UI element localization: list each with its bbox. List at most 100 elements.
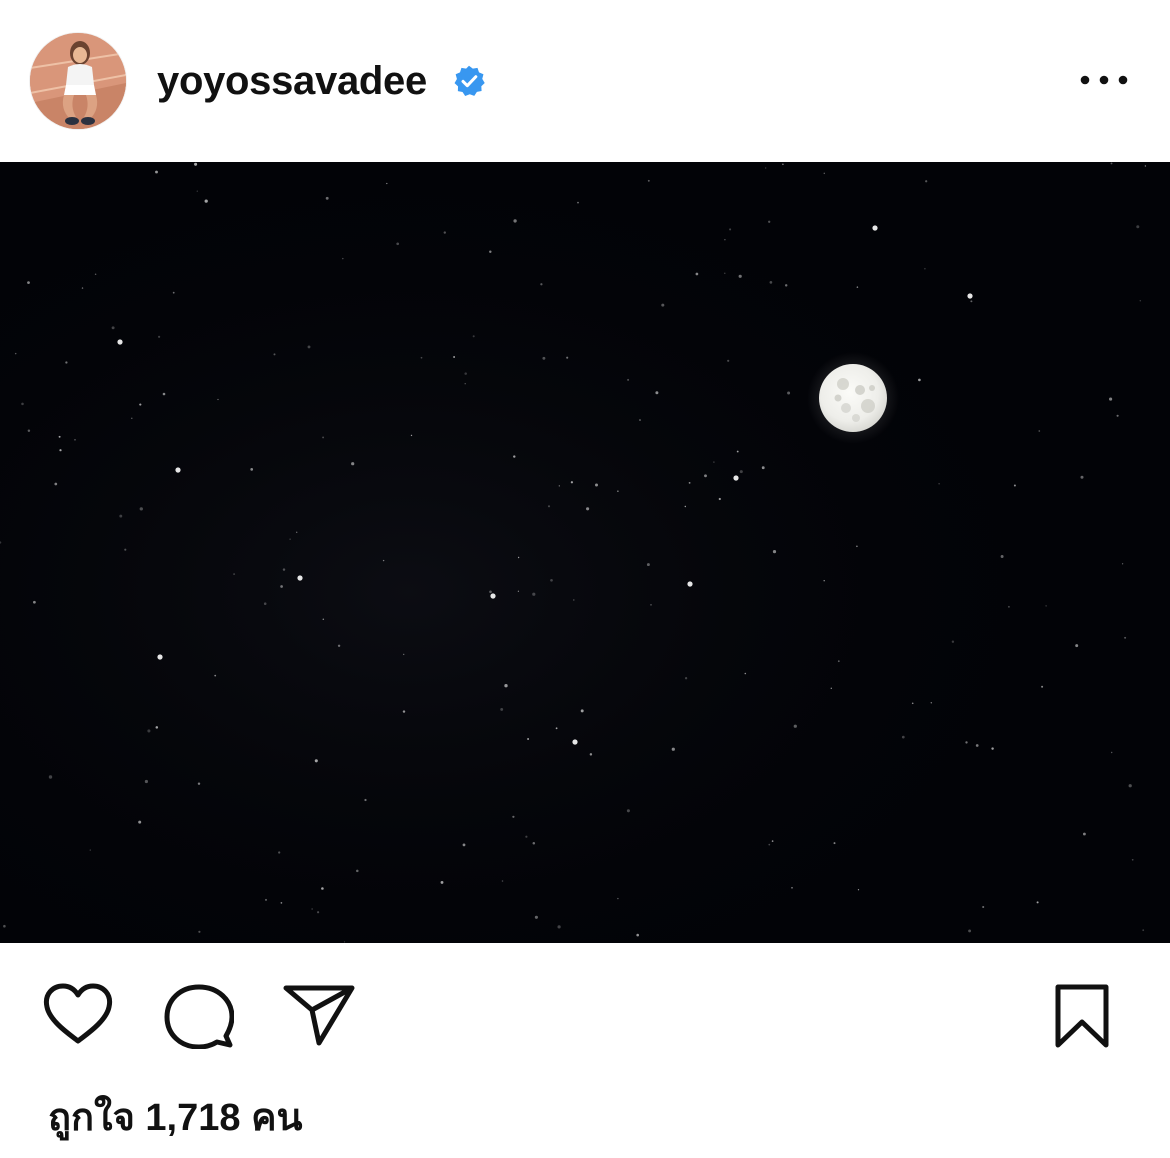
star [282,568,286,571]
bright-star [297,575,303,581]
star [1109,397,1113,401]
star [356,869,359,873]
star [782,163,784,166]
star [639,419,641,421]
star [382,559,385,562]
star [1139,300,1142,302]
post-photo[interactable] [0,162,1170,943]
star [59,449,62,452]
star [646,563,650,567]
star [704,474,707,478]
star [823,172,826,175]
star [577,201,579,204]
star [768,843,771,846]
star [420,356,423,359]
star [513,455,516,458]
star [761,466,765,470]
star [280,902,283,904]
star [364,798,367,802]
star [314,759,318,763]
heart-icon[interactable] [42,983,114,1047]
star [500,707,504,711]
star [48,775,53,779]
avatar[interactable] [30,33,126,129]
star [194,162,198,166]
star [570,481,574,484]
star [558,485,560,487]
star [626,809,630,813]
star [527,738,530,740]
star [403,653,405,656]
star [573,599,575,601]
star [793,724,797,728]
star [501,880,504,882]
star [688,481,691,484]
star [738,274,742,278]
star [155,726,159,729]
star [464,383,466,385]
star [1124,636,1127,639]
bright-star [872,225,878,231]
star [139,507,143,511]
bookmark-icon[interactable] [1052,983,1112,1049]
likes-count[interactable]: ถูกใจ 1,718 คน [48,1096,302,1140]
star [512,815,515,818]
star [1110,162,1113,165]
username[interactable]: yoyossavadee [157,58,427,104]
star [273,353,276,356]
star [975,744,979,747]
star [532,842,536,845]
star [443,231,446,234]
star [739,470,743,474]
star [823,579,825,582]
star [1144,165,1147,167]
star [124,548,127,551]
star [155,170,158,174]
star [81,287,84,289]
star [204,199,208,203]
star [727,359,730,362]
paper-plane-icon[interactable] [283,983,355,1047]
comment-bubble-icon[interactable] [164,983,234,1049]
star [322,436,325,439]
star [278,851,281,854]
star [472,335,475,338]
star [1142,929,1145,932]
star [684,677,688,680]
star [147,729,151,733]
bright-star [157,654,163,660]
star [566,356,569,359]
star [557,925,561,929]
star [214,674,217,677]
star [970,300,973,303]
star [504,684,508,688]
star [617,490,619,492]
star [27,281,30,284]
star [744,672,747,675]
star [144,779,148,784]
star [787,391,791,395]
star [1036,901,1039,904]
star [1041,685,1044,688]
star [351,462,355,466]
star [938,483,940,485]
star [162,392,166,396]
star [250,468,254,471]
star [402,710,406,713]
more-horizontal-icon[interactable] [1072,62,1136,98]
star [857,889,860,891]
action-bar [0,943,1170,1073]
star [172,291,175,294]
star [595,483,598,487]
moon [807,352,899,444]
star [991,747,994,750]
star [550,578,553,582]
star [586,507,590,511]
star [322,618,325,620]
star [925,180,928,183]
star [233,573,236,576]
star [14,352,17,355]
star [131,417,133,420]
star [532,592,536,596]
star [856,286,859,288]
